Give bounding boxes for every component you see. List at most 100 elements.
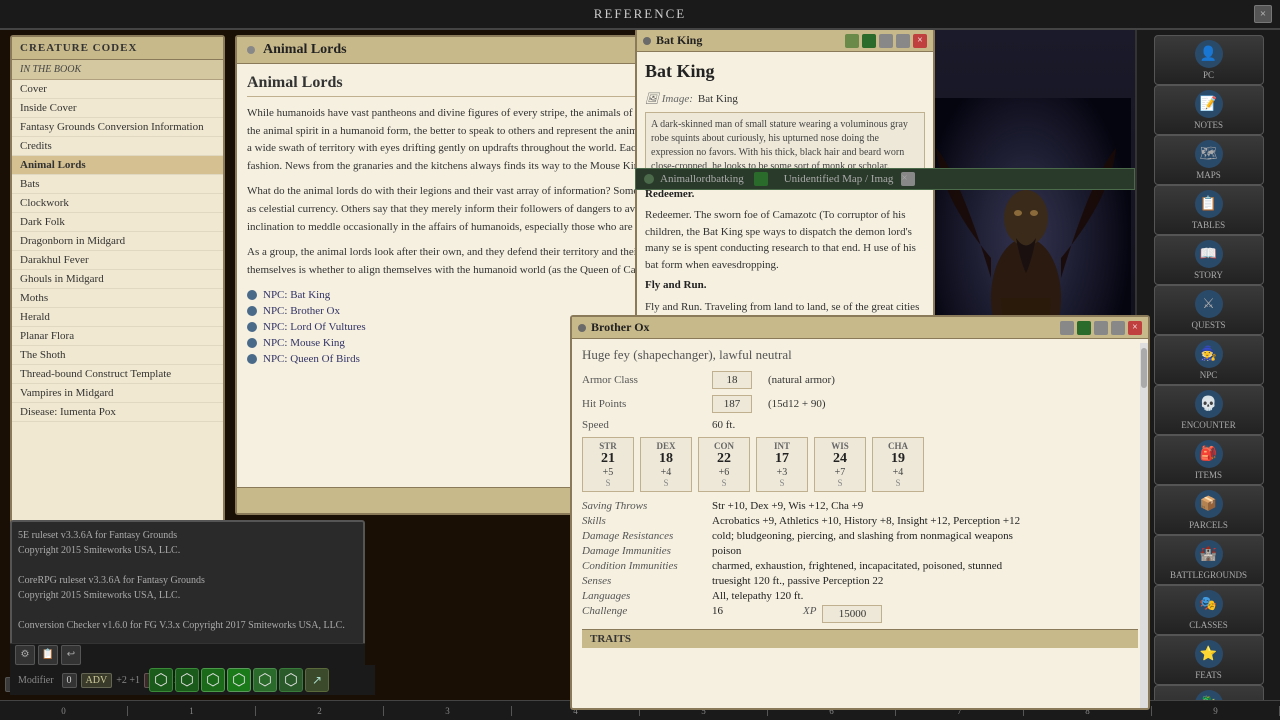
sidebar-item[interactable]: Clockwork bbox=[12, 194, 223, 213]
sidebar-item[interactable]: Moths bbox=[12, 289, 223, 308]
ability-name: CHA bbox=[888, 441, 908, 451]
close-button[interactable]: × bbox=[1254, 5, 1272, 23]
dice-2[interactable]: ⬡ bbox=[175, 668, 199, 692]
sidebar-item[interactable]: Thread-bound Construct Template bbox=[12, 365, 223, 384]
ability-score[interactable]: 18 bbox=[659, 451, 673, 467]
ability-s[interactable]: S bbox=[837, 478, 842, 488]
bar-btn-green[interactable] bbox=[754, 172, 768, 186]
bar-btn-close[interactable]: × bbox=[901, 172, 915, 186]
right-btn-story[interactable]: 📖STORY bbox=[1154, 235, 1264, 285]
sidebar-item[interactable]: Herald bbox=[12, 308, 223, 327]
ability-score[interactable]: 21 bbox=[601, 451, 615, 467]
modifier-value: 0 bbox=[62, 673, 77, 688]
right-btn-parcels[interactable]: 📦PARCELS bbox=[1154, 485, 1264, 535]
maps-icon: 🗺 bbox=[1195, 140, 1223, 168]
ability-scores: STR21+5SDEX18+4SCON22+6SINT17+3SWIS24+7S… bbox=[582, 437, 1138, 492]
sidebar-item[interactable]: Credits bbox=[12, 137, 223, 156]
npc-label: NPC: Mouse King bbox=[263, 337, 345, 349]
ox-scrollbar[interactable] bbox=[1140, 343, 1148, 708]
sidebar-item[interactable]: Dark Folk bbox=[12, 213, 223, 232]
ctrl-btn2[interactable]: 📋 bbox=[38, 645, 58, 665]
right-btn-feats[interactable]: ⭐FEATS bbox=[1154, 635, 1264, 685]
dice-1[interactable]: ⬡ bbox=[149, 668, 173, 692]
sidebar-item[interactable]: Inside Cover bbox=[12, 99, 223, 118]
bat-king-btn4[interactable] bbox=[896, 34, 910, 48]
dice-4[interactable]: ⬡ bbox=[227, 668, 251, 692]
brother-ox-window: Brother Ox × Huge fey (shapechanger), la… bbox=[570, 315, 1150, 710]
sidebar-item[interactable]: Dragonborn in Midgard bbox=[12, 232, 223, 251]
sidebar-item[interactable]: Darakhul Fever bbox=[12, 251, 223, 270]
ox-scrollbar-thumb[interactable] bbox=[1141, 348, 1147, 388]
right-btn-pc[interactable]: 👤PC bbox=[1154, 35, 1264, 85]
right-btn-encounter[interactable]: 💀 ENCOUNTER bbox=[1154, 385, 1264, 435]
ox-title-bar: Brother Ox bbox=[591, 320, 1055, 335]
bat-king-image-value: Bat King bbox=[698, 91, 738, 108]
right-btn-items[interactable]: 🎒ITEMS bbox=[1154, 435, 1264, 485]
adv-btn[interactable]: ADV bbox=[81, 673, 113, 688]
sidebar-item[interactable]: Bats bbox=[12, 175, 223, 194]
ability-score[interactable]: 17 bbox=[775, 451, 789, 467]
sidebar-item[interactable]: The Shoth bbox=[12, 346, 223, 365]
sidebar-item[interactable]: Ghouls in Midgard bbox=[12, 270, 223, 289]
bat-king-btn1[interactable] bbox=[845, 34, 859, 48]
condition-immunities-label: Condition Immunities bbox=[582, 560, 712, 572]
ability-score[interactable]: 19 bbox=[891, 451, 905, 467]
npc-dot bbox=[247, 338, 257, 348]
ox-btn3[interactable] bbox=[1094, 321, 1108, 335]
ruler-1: 1 bbox=[128, 706, 256, 716]
right-btn-label: NOTES bbox=[1194, 120, 1223, 130]
ability-score[interactable]: 22 bbox=[717, 451, 731, 467]
ability-block-cha: CHA19+4S bbox=[872, 437, 924, 492]
ctrl-btn1[interactable]: ⚙ bbox=[15, 645, 35, 665]
dice-5[interactable]: ⬡ bbox=[253, 668, 277, 692]
ability-s[interactable]: S bbox=[721, 478, 726, 488]
ability-score[interactable]: 24 bbox=[833, 451, 847, 467]
damage-immunities-row: Damage Immunities poison bbox=[582, 545, 1138, 557]
ox-btn4[interactable] bbox=[1111, 321, 1125, 335]
ability-mod: +4 bbox=[893, 467, 904, 478]
right-btn-label: ENCOUNTER bbox=[1181, 420, 1236, 430]
bat-king-btn2[interactable] bbox=[862, 34, 876, 48]
ability-s[interactable]: S bbox=[895, 478, 900, 488]
ctrl-btn3[interactable]: ↩ bbox=[61, 645, 81, 665]
right-buttons-container: 👤PC📝NOTES🗺MAPS📋TABLES📖STORY⚔QUESTS🧙NPC 💀 E… bbox=[1154, 35, 1264, 720]
sidebar-item[interactable]: Cover bbox=[12, 80, 223, 99]
ox-btn1[interactable] bbox=[1060, 321, 1074, 335]
sidebar-item[interactable]: Animal Lords bbox=[12, 156, 223, 175]
right-btn-tables[interactable]: 📋TABLES bbox=[1154, 185, 1264, 235]
dice-6[interactable]: ⬡ bbox=[279, 668, 303, 692]
skills-row: Skills Acrobatics +9, Athletics +10, His… bbox=[582, 515, 1138, 527]
bat-king-titlebar: Bat King × bbox=[637, 30, 933, 52]
app-title: REFERENCE bbox=[594, 6, 686, 22]
bat-king-close[interactable]: × bbox=[913, 34, 927, 48]
ability-s[interactable]: S bbox=[605, 478, 610, 488]
ox-close[interactable]: × bbox=[1128, 321, 1142, 335]
bat-king-btn3[interactable] bbox=[879, 34, 893, 48]
right-btn-npc[interactable]: 🧙NPC bbox=[1154, 335, 1264, 385]
right-btn-quests[interactable]: ⚔QUESTS bbox=[1154, 285, 1264, 335]
sidebar-item[interactable]: Disease: Iumenta Pox bbox=[12, 403, 223, 422]
right-btn-battlegrounds[interactable]: 🏰BATTLEGROUNDS bbox=[1154, 535, 1264, 585]
ox-btn2[interactable] bbox=[1077, 321, 1091, 335]
ox-body: Huge fey (shapechanger), lawful neutral … bbox=[572, 339, 1148, 704]
right-btn-notes[interactable]: 📝NOTES bbox=[1154, 85, 1264, 135]
sidebar-item[interactable]: Fantasy Grounds Conversion Information bbox=[12, 118, 223, 137]
right-btn-maps[interactable]: 🗺MAPS bbox=[1154, 135, 1264, 185]
right-btn-classes[interactable]: 🎭CLASSES bbox=[1154, 585, 1264, 635]
challenge-row: Challenge 16 XP 15000 bbox=[582, 605, 1138, 623]
right-btn-label: CLASSES bbox=[1189, 620, 1228, 630]
ability-name: CON bbox=[714, 441, 734, 451]
sidebar-item[interactable]: Planar Flora bbox=[12, 327, 223, 346]
ability-s[interactable]: S bbox=[779, 478, 784, 488]
ability-s[interactable]: S bbox=[663, 478, 668, 488]
encounter-icon: 💀 bbox=[1195, 390, 1223, 418]
damage-resistances-label: Damage Resistances bbox=[582, 530, 712, 542]
sidebar-item[interactable]: Vampires in Midgard bbox=[12, 384, 223, 403]
xp-label: XP bbox=[803, 605, 816, 623]
ability-mod: +6 bbox=[719, 467, 730, 478]
dice-3[interactable]: ⬡ bbox=[201, 668, 225, 692]
dice-arrow[interactable]: ↗ bbox=[305, 668, 329, 692]
saving-throws-value: Str +10, Dex +9, Wis +12, Cha +9 bbox=[712, 500, 863, 512]
right-btn-label: TABLES bbox=[1192, 220, 1225, 230]
right-btn-label: QUESTS bbox=[1191, 320, 1225, 330]
